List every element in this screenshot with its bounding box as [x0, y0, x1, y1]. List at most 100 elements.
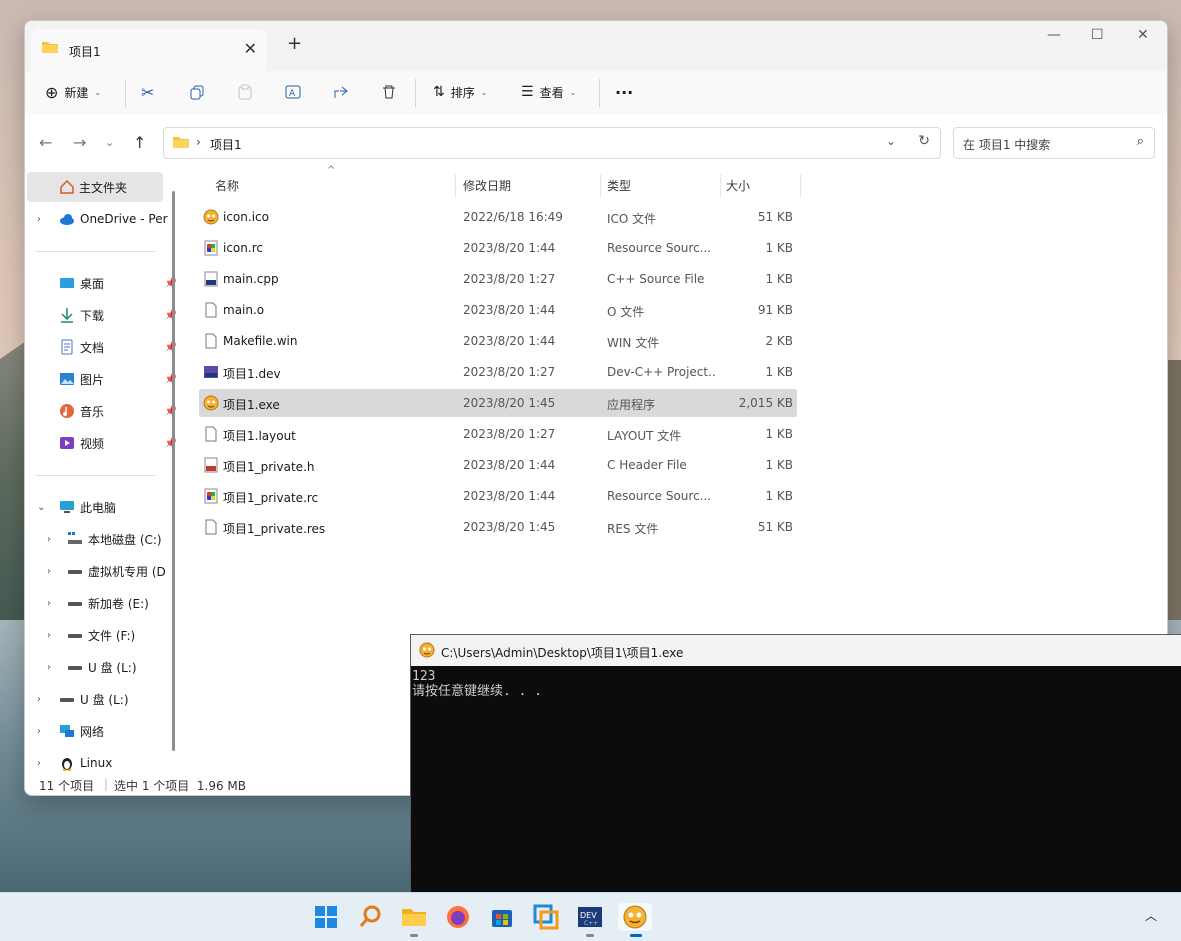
vmware-taskbar-button[interactable]	[532, 903, 560, 931]
home-icon	[59, 179, 75, 195]
pin-icon[interactable]: 📌	[165, 342, 177, 353]
rename-button[interactable]: A	[285, 79, 301, 105]
sidebar-item-this-pc[interactable]: ⌄ 此电脑	[25, 492, 181, 522]
share-button[interactable]	[333, 79, 349, 105]
sidebar-scrollbar[interactable]	[172, 191, 175, 751]
minimize-icon[interactable]: —	[1047, 27, 1061, 43]
file-row[interactable]: icon.rc 2023/8/20 1:44 Resource Sourc... 1 …	[199, 234, 797, 262]
console-title-bar[interactable]: C:\Users\Admin\Desktop\项目1\项目1.exe	[411, 635, 1181, 666]
file-explorer-taskbar-button[interactable]	[400, 903, 428, 937]
search-taskbar-button[interactable]	[356, 903, 384, 931]
sidebar-item-drive-c[interactable]: › 本地磁盘 (C:)	[25, 524, 181, 554]
column-divider[interactable]	[455, 174, 456, 198]
new-button[interactable]: ⊕ 新建 ⌄	[45, 79, 101, 105]
sidebar-item-documents[interactable]: 文档 📌	[25, 332, 181, 362]
column-header-size[interactable]: 大小	[726, 177, 750, 205]
file-size: 1 KB	[765, 272, 793, 286]
column-header-name[interactable]: 名称	[215, 177, 239, 205]
view-button[interactable]: ☰ 查看 ⌄	[521, 79, 576, 105]
file-row[interactable]: main.cpp 2023/8/20 1:27 C++ Source File 1 K…	[199, 265, 797, 293]
chevron-right-icon[interactable]: ›	[47, 534, 51, 545]
sidebar-item-usb[interactable]: › U 盘 (L:)	[25, 684, 181, 714]
firefox-taskbar-button[interactable]	[444, 903, 472, 931]
sidebar-item-downloads[interactable]: 下载 📌	[25, 300, 181, 330]
sidebar-item-pictures[interactable]: 图片 📌	[25, 364, 181, 394]
sort-button[interactable]: ⇅ 排序 ⌄	[433, 79, 487, 105]
show-hidden-icons-chevron-icon[interactable]: ︿	[1145, 907, 1157, 924]
file-type: WIN 文件	[607, 336, 660, 350]
file-row[interactable]: 项目1.dev 2023/8/20 1:27 Dev-C++ Project... 1…	[199, 358, 797, 386]
file-name: icon.ico	[223, 210, 269, 224]
sidebar-item-music[interactable]: 音乐 📌	[25, 396, 181, 426]
pin-icon[interactable]: 📌	[165, 438, 177, 449]
file-name: 项目1.layout	[223, 429, 296, 443]
chevron-right-icon[interactable]: ›	[37, 694, 41, 705]
file-row[interactable]: 项目1.exe 2023/8/20 1:45 应用程序 2,015 KB	[199, 389, 797, 417]
drive-icon	[67, 627, 83, 643]
cut-button[interactable]: ✂	[141, 79, 154, 105]
column-divider[interactable]	[800, 174, 801, 198]
file-row[interactable]: 项目1.layout 2023/8/20 1:27 LAYOUT 文件 1 KB	[199, 420, 797, 448]
sidebar-item-network[interactable]: › 网络	[25, 716, 181, 746]
file-row[interactable]: 项目1_private.rc 2023/8/20 1:44 Resource Sou…	[199, 482, 797, 510]
paste-button[interactable]	[237, 79, 253, 105]
pin-icon[interactable]: 📌	[165, 310, 177, 321]
file-row[interactable]: 项目1_private.h 2023/8/20 1:44 C Header File…	[199, 451, 797, 479]
file-row[interactable]: icon.ico 2022/6/18 16:49 ICO 文件 51 KB	[199, 203, 797, 231]
copy-button[interactable]	[189, 79, 205, 105]
search-icon[interactable]: ⌕	[1137, 134, 1144, 149]
divider	[415, 79, 416, 107]
more-options-button[interactable]: ···	[615, 79, 633, 105]
sidebar-item-onedrive[interactable]: › OneDrive - Per	[25, 204, 181, 234]
chevron-right-icon[interactable]: ›	[37, 726, 41, 737]
column-divider[interactable]	[720, 174, 721, 198]
search-box[interactable]: 在 项目1 中搜索 ⌕	[953, 127, 1155, 159]
address-bar[interactable]: › 项目1 ⌄ ↻	[163, 127, 941, 159]
forward-arrow-icon[interactable]: →	[73, 133, 86, 152]
store-taskbar-button[interactable]	[488, 903, 516, 931]
sidebar-item-drive-d[interactable]: › 虚拟机专用 (D	[25, 556, 181, 586]
breadcrumb[interactable]: 项目1	[210, 136, 242, 153]
file-row[interactable]: 项目1_private.res 2023/8/20 1:45 RES 文件 51 KB	[199, 513, 797, 541]
chevron-right-icon[interactable]: ›	[47, 566, 51, 577]
column-header-type[interactable]: 类型	[607, 177, 631, 205]
sidebar-item-home[interactable]: 主文件夹	[27, 172, 163, 202]
refresh-icon[interactable]: ↻	[918, 133, 930, 149]
file-name: 项目1.dev	[223, 367, 281, 381]
start-button[interactable]	[312, 903, 340, 931]
chevron-right-icon[interactable]: ›	[47, 630, 51, 641]
sidebar-item-drive-l[interactable]: › U 盘 (L:)	[25, 652, 181, 682]
chevron-right-icon[interactable]: ›	[37, 758, 41, 769]
maximize-icon[interactable]: ☐	[1091, 27, 1104, 43]
back-arrow-icon[interactable]: ←	[39, 133, 52, 152]
chevron-right-icon[interactable]: ›	[47, 662, 51, 673]
recent-chevron-icon[interactable]: ⌄	[105, 136, 114, 149]
tab-project1[interactable]: 项目1 ✕	[31, 29, 267, 71]
new-tab-icon[interactable]: +	[287, 33, 302, 54]
pin-icon[interactable]: 📌	[165, 374, 177, 385]
computer-icon	[59, 499, 75, 515]
file-size: 2,015 KB	[738, 396, 793, 410]
delete-button[interactable]	[381, 79, 397, 105]
chevron-right-icon[interactable]: ›	[37, 214, 41, 225]
chevron-down-icon[interactable]: ⌄	[37, 502, 45, 513]
sidebar-item-videos[interactable]: 视频 📌	[25, 428, 181, 458]
sidebar-item-drive-e[interactable]: › 新加卷 (E:)	[25, 588, 181, 618]
sidebar-item-linux[interactable]: › Linux	[25, 748, 181, 775]
file-row[interactable]: main.o 2023/8/20 1:44 O 文件 91 KB	[199, 296, 797, 324]
close-window-icon[interactable]: ✕	[1137, 27, 1149, 43]
console-app-taskbar-button[interactable]	[618, 903, 652, 937]
sidebar-item-drive-f[interactable]: › 文件 (F:)	[25, 620, 181, 650]
console-window[interactable]: C:\Users\Admin\Desktop\项目1\项目1.exe 123 请…	[410, 634, 1181, 894]
column-divider[interactable]	[600, 174, 601, 198]
chevron-right-icon[interactable]: ›	[47, 598, 51, 609]
close-tab-icon[interactable]: ✕	[244, 39, 257, 58]
address-dropdown-icon[interactable]: ⌄	[886, 134, 896, 148]
column-header-date[interactable]: 修改日期	[463, 177, 511, 205]
file-row[interactable]: Makefile.win 2023/8/20 1:44 WIN 文件 2 KB	[199, 327, 797, 355]
pin-icon[interactable]: 📌	[165, 406, 177, 417]
pin-icon[interactable]: 📌	[165, 278, 177, 289]
sidebar-item-desktop[interactable]: 桌面 📌	[25, 268, 181, 298]
up-arrow-icon[interactable]: ↑	[133, 133, 146, 152]
devcpp-taskbar-button[interactable]: DEV C++	[576, 903, 604, 937]
